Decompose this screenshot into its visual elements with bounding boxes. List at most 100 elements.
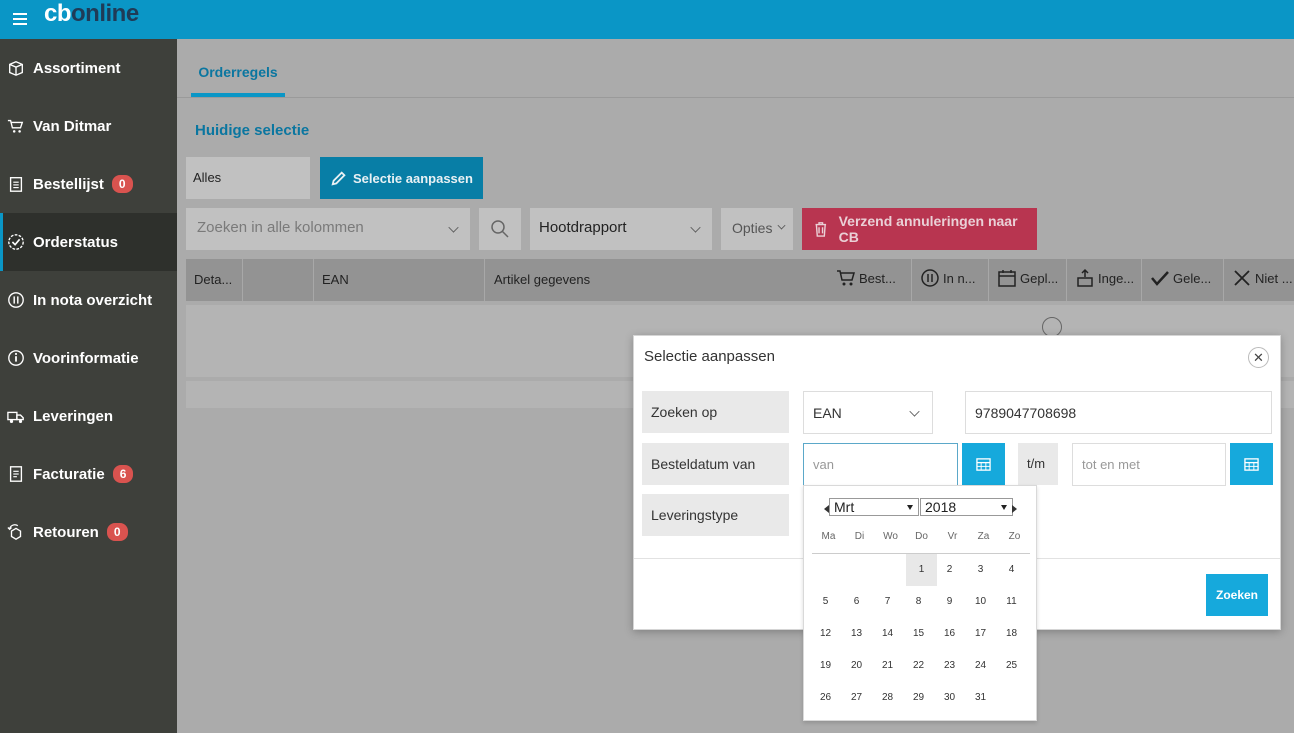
search-placeholder: Zoeken in alle kolommen (197, 219, 364, 236)
sidebar-item-bestellijst[interactable]: Bestellijst 0 (0, 155, 177, 213)
clipboard-icon (6, 174, 26, 194)
sidebar-item-retouren[interactable]: Retouren 0 (0, 503, 177, 561)
loading-spinner-icon (1042, 317, 1062, 337)
invoice-icon (6, 464, 26, 484)
column-divider (1141, 259, 1142, 301)
calendar-day[interactable]: 7 (872, 586, 903, 618)
close-icon[interactable]: ✕ (1248, 347, 1269, 368)
search-on-value: EAN (813, 405, 842, 421)
weekday-header: Do (915, 531, 928, 542)
column-label: Inge... (1098, 270, 1135, 286)
calendar-day[interactable]: 29 (903, 682, 934, 714)
calendar-day[interactable]: 17 (965, 618, 996, 650)
calendar-icon (976, 457, 991, 471)
column-header-in-nota[interactable]: In n... (920, 268, 976, 288)
tab-bar: Orderregels (177, 39, 1294, 98)
sidebar-item-orderstatus[interactable]: Orderstatus (0, 213, 177, 271)
chevron-down-icon (909, 406, 920, 417)
grid-header: Deta... EAN Artikel gegevens Best... In … (186, 259, 1294, 301)
calendar-day[interactable]: 28 (872, 682, 903, 714)
search-on-label: Zoeken op (642, 391, 789, 433)
options-dropdown[interactable]: Opties (721, 208, 793, 250)
column-header-artikel[interactable]: Artikel gegevens (494, 272, 590, 287)
edit-selection-button[interactable]: Selectie aanpassen (320, 157, 483, 199)
sidebar-item-label: Bestellijst (33, 175, 104, 193)
search-submit-button[interactable]: Zoeken (1206, 574, 1268, 616)
calendar-icon (1244, 457, 1259, 471)
sidebar: Assortiment Van Ditmar Bestellijst 0 Orderst… (0, 39, 177, 733)
to-label: t/m (1018, 443, 1058, 485)
search-button[interactable] (479, 208, 521, 250)
calendar-day[interactable]: 4 (996, 554, 1027, 586)
current-selection-heading: Huidige selectie (195, 122, 310, 139)
report-select[interactable]: Hootdrapport (530, 208, 712, 250)
menu-icon[interactable] (13, 13, 27, 25)
column-header-ean[interactable]: EAN (322, 272, 349, 287)
calendar-day[interactable]: 9 (934, 586, 965, 618)
calendar-day[interactable]: 25 (996, 650, 1027, 682)
edit-selection-label: Selectie aanpassen (353, 170, 473, 186)
next-month-icon[interactable] (1012, 505, 1017, 513)
weekday-header: Di (854, 531, 865, 542)
sidebar-item-leveringen[interactable]: Leveringen (0, 387, 177, 445)
calendar-day[interactable]: 12 (810, 618, 841, 650)
tab-orderregels[interactable]: Orderregels (191, 61, 285, 97)
calendar-day[interactable]: 14 (872, 618, 903, 650)
column-header-besteld[interactable]: Best... (836, 268, 896, 288)
calendar-day[interactable]: 21 (872, 650, 903, 682)
calendar-day[interactable]: 8 (903, 586, 934, 618)
date-from-input[interactable]: van (803, 443, 958, 486)
column-header-ingepakt[interactable]: Inge... (1075, 268, 1134, 288)
cross-icon (1234, 270, 1250, 286)
brand-logo[interactable]: cbonline (44, 0, 139, 28)
pencil-icon (331, 171, 346, 186)
calendar-day[interactable]: 15 (903, 618, 934, 650)
send-cancellations-button[interactable]: Verzend annuleringen naar CB (802, 208, 1037, 250)
sidebar-item-label: Assortiment (33, 59, 121, 77)
calendar-day[interactable]: 18 (996, 618, 1027, 650)
calendar-day[interactable]: 24 (965, 650, 996, 682)
column-header-niet[interactable]: Niet ... (1232, 268, 1293, 288)
calendar-to-button[interactable] (1230, 443, 1273, 485)
calendar-from-button[interactable] (962, 443, 1005, 485)
year-select[interactable]: 2018 (920, 498, 1013, 516)
calendar-day[interactable]: 1 (906, 554, 937, 586)
month-select[interactable]: Mrt (829, 498, 919, 516)
calendar-day[interactable]: 2 (934, 554, 965, 586)
column-header-geleverd[interactable]: Gele... (1150, 268, 1211, 288)
sidebar-item-in-nota-overzicht[interactable]: In nota overzicht (0, 271, 177, 329)
search-on-select[interactable]: EAN (803, 391, 933, 434)
calendar-day[interactable]: 23 (934, 650, 965, 682)
calendar-day[interactable]: 3 (965, 554, 996, 586)
calendar-day[interactable]: 30 (934, 682, 965, 714)
search-input[interactable]: Zoeken in alle kolommen (186, 208, 470, 250)
calendar-day[interactable]: 11 (996, 586, 1027, 618)
calendar-day[interactable]: 22 (903, 650, 934, 682)
calendar-icon (998, 270, 1016, 287)
top-bar: cbonline (0, 0, 1294, 39)
sidebar-item-assortiment[interactable]: Assortiment (0, 39, 177, 97)
calendar-day[interactable]: 10 (965, 586, 996, 618)
calendar-day[interactable]: 27 (841, 682, 872, 714)
date-to-input[interactable]: tot en met (1072, 443, 1226, 486)
ean-input[interactable]: 9789047708698 (965, 391, 1272, 434)
calendar-day[interactable]: 5 (810, 586, 841, 618)
column-header-details[interactable]: Deta... (194, 272, 232, 287)
calendar-day[interactable]: 20 (841, 650, 872, 682)
sidebar-item-facturatie[interactable]: Facturatie 6 (0, 445, 177, 503)
calendar-day[interactable]: 6 (841, 586, 872, 618)
calendar-day[interactable]: 19 (810, 650, 841, 682)
sidebar-item-label: Retouren (33, 523, 99, 541)
column-header-gepland[interactable]: Gepl... (997, 268, 1058, 288)
trash-icon (815, 222, 827, 237)
sidebar-item-voorinformatie[interactable]: Voorinformatie (0, 329, 177, 387)
calendar-day[interactable]: 31 (965, 682, 996, 714)
chevron-down-icon (690, 222, 701, 233)
sidebar-item-van-ditmar[interactable]: Van Ditmar (0, 97, 177, 155)
cart-icon (837, 270, 855, 286)
checkmark-icon (1151, 271, 1169, 286)
dropdown-arrow-icon (1001, 505, 1007, 510)
calendar-day[interactable]: 13 (841, 618, 872, 650)
calendar-day[interactable]: 16 (934, 618, 965, 650)
calendar-day[interactable]: 26 (810, 682, 841, 714)
